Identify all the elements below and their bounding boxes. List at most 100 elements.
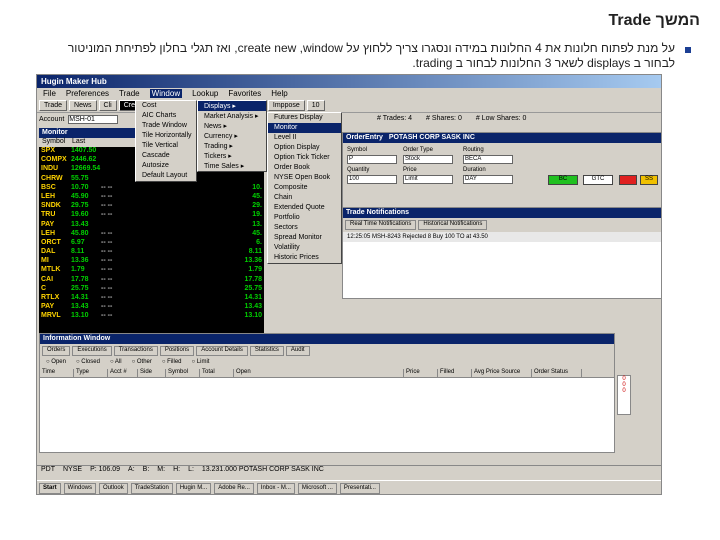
info-col-0[interactable]: Time xyxy=(40,369,74,377)
create-item-4[interactable]: Tile Vertical xyxy=(136,141,196,151)
info-col-9[interactable]: Avg Price Source xyxy=(472,369,532,377)
displays-item-3[interactable]: Option Display xyxy=(268,143,341,153)
info-tab-account-details[interactable]: Account Details xyxy=(196,346,248,356)
info-col-1[interactable]: Type xyxy=(74,369,108,377)
window-sub-item-5[interactable]: Tickers ▸ xyxy=(198,151,266,161)
displays-item-5[interactable]: Order Book xyxy=(268,163,341,173)
displays-item-14[interactable]: Historic Prices xyxy=(268,253,341,263)
toolbar-button-2[interactable]: Cli xyxy=(98,100,117,111)
info-tab-transactions[interactable]: Transactions xyxy=(113,346,158,356)
monitor-row[interactable]: CAI 17.78 -- -- 17.78 xyxy=(39,276,264,285)
order-short-button[interactable]: SS xyxy=(640,175,658,185)
monitor-row[interactable]: MI 13.36 -- -- 13.36 xyxy=(39,257,264,266)
info-radio-all[interactable]: ○ All xyxy=(110,359,122,368)
displays-item-0[interactable]: Futures Display xyxy=(268,113,341,123)
order-price-field[interactable]: Limit xyxy=(403,175,453,184)
displays-item-13[interactable]: Volatility xyxy=(268,243,341,253)
monitor-row[interactable]: LEH 45.80 -- -- 45. xyxy=(39,230,264,239)
info-col-6[interactable]: Open xyxy=(234,369,404,377)
info-radio-other[interactable]: ○ Other xyxy=(132,359,152,368)
toolbar-button-8[interactable]: 10 xyxy=(306,100,325,111)
info-tab-positions[interactable]: Positions xyxy=(159,346,195,356)
monitor-row[interactable]: DAL 8.11 -- -- 8.11 xyxy=(39,248,264,257)
info-radio-filled[interactable]: ○ Filled xyxy=(162,359,182,368)
menu-file[interactable]: File xyxy=(43,89,56,98)
monitor-row[interactable]: C 25.75 -- -- 25.75 xyxy=(39,285,264,294)
monitor-row[interactable]: RTLX 14.31 -- -- 14.31 xyxy=(39,294,264,303)
tab-historical[interactable]: Historical Notifications xyxy=(418,220,488,230)
order-symbol-field[interactable]: P xyxy=(347,155,397,164)
create-item-2[interactable]: Trade Window xyxy=(136,121,196,131)
monitor-col-last[interactable]: Last xyxy=(69,138,99,147)
displays-item-8[interactable]: Chain xyxy=(268,193,341,203)
window-sub-item-3[interactable]: Currency ▸ xyxy=(198,131,266,141)
menu-window[interactable]: Window xyxy=(149,89,183,98)
order-sell-button[interactable] xyxy=(619,175,637,185)
info-col-7[interactable]: Price xyxy=(404,369,438,377)
create-item-0[interactable]: Cost xyxy=(136,101,196,111)
order-duration-field[interactable]: DAY xyxy=(463,175,513,184)
info-col-8[interactable]: Filled xyxy=(438,369,472,377)
taskbar-item-1[interactable]: Windows xyxy=(63,483,97,494)
monitor-row[interactable]: SNDK 29.75 -- -- 29. xyxy=(39,202,264,211)
order-buy-button[interactable]: BC xyxy=(548,175,578,185)
info-tab-orders[interactable]: Orders xyxy=(42,346,71,356)
create-item-5[interactable]: Cascade xyxy=(136,151,196,161)
order-type-field[interactable]: Stock xyxy=(403,155,453,164)
start-button[interactable]: Start xyxy=(39,483,61,494)
info-radio-closed[interactable]: ○ Closed xyxy=(76,359,100,368)
info-col-5[interactable]: Total xyxy=(200,369,234,377)
taskbar-item-2[interactable]: Outlook xyxy=(99,483,128,494)
taskbar-item-5[interactable]: Adobe Re... xyxy=(214,483,254,494)
order-gtc-button[interactable]: GTC xyxy=(583,175,613,185)
monitor-col-symbol[interactable]: Symbol xyxy=(39,138,69,147)
tab-real-time[interactable]: Real Time Notifications xyxy=(345,220,417,230)
window-sub-item-0[interactable]: Displays ▸ xyxy=(198,101,266,111)
displays-item-12[interactable]: Spread Monitor xyxy=(268,233,341,243)
menu-preferences[interactable]: Preferences xyxy=(66,89,109,98)
taskbar-item-7[interactable]: Microsoft ... xyxy=(297,483,337,494)
window-sub-item-6[interactable]: Time Sales ▸ xyxy=(198,161,266,171)
displays-item-1[interactable]: Monitor xyxy=(268,123,341,133)
monitor-row[interactable]: PAY 13.43 -- -- 13.43 xyxy=(39,303,264,312)
menu-help[interactable]: Help xyxy=(271,89,287,98)
info-radio-limit[interactable]: ○ Limit xyxy=(192,359,210,368)
displays-item-11[interactable]: Sectors xyxy=(268,223,341,233)
info-radio-open[interactable]: ○ Open xyxy=(46,359,66,368)
toolbar-button-7[interactable]: Imppose xyxy=(267,100,305,111)
displays-item-7[interactable]: Composite xyxy=(268,183,341,193)
info-col-2[interactable]: Acct # xyxy=(108,369,138,377)
menu-favorites[interactable]: Favorites xyxy=(228,89,261,98)
displays-item-6[interactable]: NYSE Open Book xyxy=(268,173,341,183)
order-qty-field[interactable]: 100 xyxy=(347,175,397,184)
window-sub-item-1[interactable]: Market Analysis ▸ xyxy=(198,111,266,121)
notification-entry[interactable]: 12:25:05 MSH-8243 Rejected 8 Buy 100 TO … xyxy=(343,232,661,242)
create-item-3[interactable]: Tile Horizontally xyxy=(136,131,196,141)
displays-item-2[interactable]: Level II xyxy=(268,133,341,143)
info-tab-executions[interactable]: Executions xyxy=(72,346,112,356)
order-routing-field[interactable]: BECA xyxy=(463,155,513,164)
info-col-3[interactable]: Side xyxy=(138,369,166,377)
info-tab-audit[interactable]: Audit xyxy=(285,346,310,356)
monitor-row[interactable]: MRVL 13.10 -- -- 13.10 xyxy=(39,312,264,321)
account-input[interactable] xyxy=(68,115,119,124)
toolbar-button-0[interactable]: Trade xyxy=(39,100,68,111)
monitor-row[interactable]: MTLK 1.79 -- -- 1.79 xyxy=(39,266,264,275)
menu-trade[interactable]: Trade xyxy=(119,89,140,98)
info-tab-statistics[interactable]: Statistics xyxy=(249,346,284,356)
monitor-row[interactable]: TRU 19.60 -- -- 19. xyxy=(39,211,264,220)
monitor-row[interactable]: LEH 45.90 -- -- 45. xyxy=(39,193,264,202)
taskbar-item-4[interactable]: Hugin M... xyxy=(175,483,212,494)
create-item-6[interactable]: Autosize xyxy=(136,161,196,171)
monitor-row[interactable]: BSC 10.70 -- -- 10. xyxy=(39,184,264,193)
window-sub-item-4[interactable]: Trading ▸ xyxy=(198,141,266,151)
displays-item-9[interactable]: Extended Quote xyxy=(268,203,341,213)
toolbar-button-1[interactable]: News xyxy=(69,100,97,111)
taskbar-item-8[interactable]: Presentati... xyxy=(339,483,380,494)
displays-item-10[interactable]: Portfolio xyxy=(268,213,341,223)
monitor-row[interactable]: PAY 13.43 13. xyxy=(39,221,264,230)
taskbar-item-6[interactable]: Inbox - M... xyxy=(256,483,295,494)
taskbar-item-3[interactable]: TradeStation xyxy=(130,483,173,494)
create-item-1[interactable]: AIC Charts xyxy=(136,111,196,121)
window-sub-item-2[interactable]: News ▸ xyxy=(198,121,266,131)
